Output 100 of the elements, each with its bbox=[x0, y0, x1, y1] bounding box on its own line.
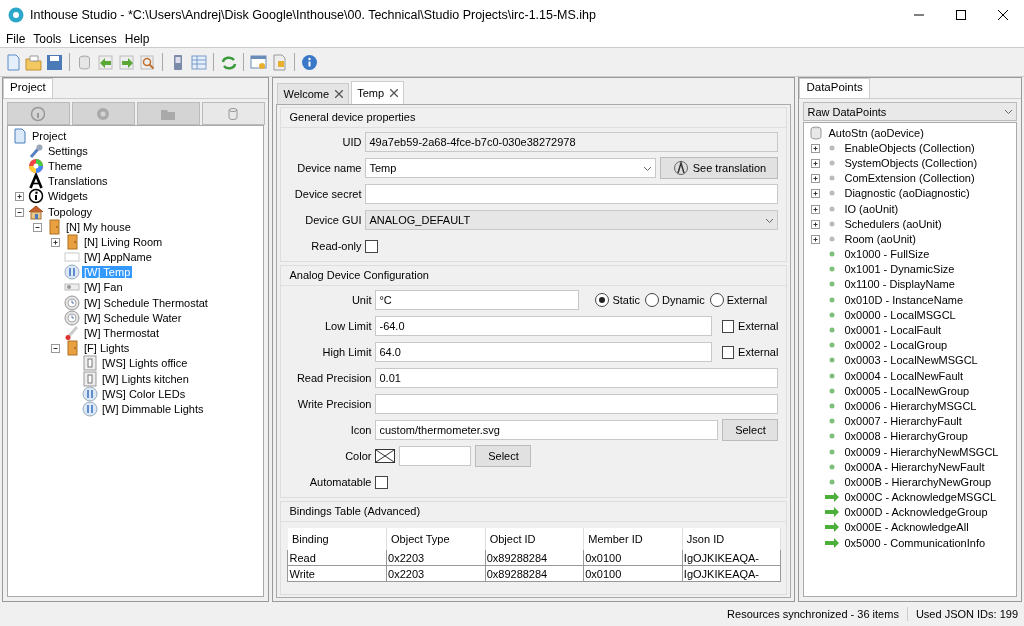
tree-item[interactable]: 0x0008 - HierarchyGroup bbox=[842, 430, 970, 443]
refresh-icon[interactable] bbox=[220, 53, 237, 71]
tree-item[interactable]: Settings bbox=[46, 144, 90, 157]
menu-item[interactable]: File bbox=[2, 31, 30, 46]
tree-item[interactable]: Room (aoUnit) bbox=[842, 232, 918, 245]
panel-tab[interactable]: Project bbox=[3, 78, 53, 98]
column-header[interactable]: Json ID bbox=[682, 528, 781, 550]
search-icon[interactable] bbox=[139, 53, 156, 71]
database-icon[interactable] bbox=[76, 53, 93, 71]
tree-item[interactable]: AutoStn (aoDevice) bbox=[826, 126, 926, 139]
tree-item[interactable]: [W] Fan bbox=[82, 281, 125, 294]
tree-item[interactable]: 0x000E - AcknowledgeAll bbox=[842, 521, 971, 534]
text-field[interactable]: 64.0 bbox=[375, 342, 713, 362]
tree-item[interactable]: 0x1000 - FullSize bbox=[842, 248, 932, 261]
tree-item[interactable]: 0x0009 - HierarchyNewMSGCL bbox=[842, 445, 1001, 458]
column-header[interactable]: Member ID bbox=[583, 528, 683, 550]
tree-item[interactable]: IO (aoUnit) bbox=[842, 202, 901, 215]
menu-item[interactable]: Tools bbox=[29, 31, 66, 46]
select-button[interactable]: Select bbox=[475, 445, 532, 467]
tree-item[interactable]: [W] Schedule Water bbox=[82, 311, 184, 324]
tree-item[interactable]: 0x000D - AcknowledgeGroup bbox=[842, 506, 990, 519]
menu-item[interactable]: Help bbox=[120, 31, 154, 46]
tree-item[interactable]: [N] Living Room bbox=[82, 235, 165, 248]
table-icon[interactable] bbox=[190, 53, 207, 71]
app-logo-icon bbox=[8, 7, 24, 23]
tree-item[interactable]: [W] AppName bbox=[82, 251, 154, 264]
table-cell: 0x89288284 bbox=[485, 550, 584, 566]
checkbox-label: External bbox=[738, 320, 779, 332]
view-dropdown[interactable]: Raw DataPoints bbox=[803, 102, 1017, 121]
tree-item[interactable]: 0x010D - InstanceName bbox=[842, 293, 966, 306]
tree-item[interactable]: 0x0001 - LocalFault bbox=[842, 324, 944, 337]
tree-item[interactable]: Diagnostic (aoDiagnostic) bbox=[842, 187, 972, 200]
checkbox[interactable] bbox=[722, 319, 735, 333]
save-icon[interactable] bbox=[46, 53, 63, 71]
menu-item[interactable]: Licenses bbox=[65, 31, 121, 46]
combo-box[interactable]: Temp bbox=[365, 158, 657, 178]
dropdown[interactable]: ANALOG_DEFAULT bbox=[365, 210, 779, 230]
tree-item[interactable]: [WS] Color LEDs bbox=[100, 387, 188, 400]
maximize-icon[interactable] bbox=[956, 10, 966, 20]
tree-item[interactable]: 0x0006 - HierarchyMSGCL bbox=[842, 399, 979, 412]
radio-button[interactable]: Static bbox=[595, 293, 640, 307]
tree-item[interactable]: 0x1100 - DisplayName bbox=[842, 278, 957, 291]
text-field[interactable] bbox=[399, 446, 472, 466]
tree-item[interactable]: [F] Lights bbox=[82, 342, 132, 355]
tree-item[interactable]: [W] Lights kitchen bbox=[100, 372, 191, 385]
tree-item[interactable]: Translations bbox=[46, 175, 110, 188]
info-icon[interactable] bbox=[301, 53, 318, 71]
view-tab[interactable] bbox=[7, 102, 70, 125]
tree-item[interactable]: 0x0005 - LocalNewGroup bbox=[842, 384, 972, 397]
radio-button[interactable]: External bbox=[709, 293, 768, 307]
tree-item[interactable]: 0x0007 - HierarchyFault bbox=[842, 415, 964, 428]
radio-button[interactable]: Dynamic bbox=[645, 293, 705, 307]
expand-icon[interactable] bbox=[14, 189, 25, 204]
select-button[interactable]: Select bbox=[722, 419, 779, 441]
column-header[interactable]: Object ID bbox=[485, 528, 584, 550]
expand-icon[interactable] bbox=[810, 171, 822, 186]
tree-item[interactable]: 0x0000 - LocalMSGCL bbox=[842, 308, 958, 321]
tree-item[interactable]: [N] My house bbox=[64, 220, 133, 233]
column-header[interactable]: Binding bbox=[287, 528, 387, 550]
tree-item[interactable]: EnableObjects (Collection) bbox=[842, 141, 977, 154]
text-field[interactable]: 0.01 bbox=[375, 368, 779, 388]
tree-item[interactable]: 0x0002 - LocalGroup bbox=[842, 339, 950, 352]
editor-tab[interactable]: Temp bbox=[351, 81, 405, 104]
tree-item[interactable]: 0x0004 - LocalNewFault bbox=[842, 369, 966, 382]
tree-item[interactable]: 0x0003 - LocalNewMSGCL bbox=[842, 354, 980, 367]
close-icon[interactable] bbox=[390, 89, 399, 97]
close-icon[interactable] bbox=[998, 10, 1008, 20]
tree-item[interactable]: 0x5000 - CommunicationInfo bbox=[842, 536, 988, 549]
column-header[interactable]: Object Type bbox=[386, 528, 486, 550]
tree-item[interactable]: [W] Thermostat bbox=[82, 327, 161, 340]
text-field[interactable] bbox=[375, 394, 779, 414]
tree-item[interactable]: Schedulers (aoUnit) bbox=[842, 217, 944, 230]
tree-item[interactable]: Project bbox=[30, 129, 69, 142]
tree-item[interactable]: SystemObjects (Collection) bbox=[842, 156, 980, 169]
editor-tab[interactable]: Welcome bbox=[277, 83, 350, 104]
field-label: Unit bbox=[350, 294, 372, 306]
tree-item[interactable]: [W] Dimmable Lights bbox=[100, 402, 206, 415]
tree-item[interactable]: ComExtension (Collection) bbox=[842, 172, 977, 185]
collapse-icon[interactable] bbox=[50, 341, 61, 356]
translation-button[interactable]: See translation bbox=[660, 157, 779, 179]
panel-tab[interactable]: DataPoints bbox=[799, 78, 870, 98]
window-key-icon[interactable] bbox=[250, 53, 267, 71]
checkbox[interactable] bbox=[375, 475, 389, 489]
tree-item[interactable]: Widgets bbox=[46, 190, 90, 203]
expand-icon[interactable] bbox=[810, 186, 822, 201]
checkbox[interactable] bbox=[722, 345, 735, 359]
tree-item[interactable]: 0x000C - AcknowledgeMSGCL bbox=[842, 491, 999, 504]
text-field[interactable]: -64.0 bbox=[375, 316, 713, 336]
text-field[interactable]: custom/thermometer.svg bbox=[375, 420, 719, 440]
tree-item[interactable]: Topology bbox=[46, 205, 95, 218]
tree-item[interactable]: 0x1001 - DynamicSize bbox=[842, 263, 957, 276]
text-field[interactable] bbox=[365, 184, 779, 204]
tree-item[interactable]: 0x000A - HierarchyNewFault bbox=[842, 460, 987, 473]
tree-item[interactable]: [WS] Lights office bbox=[100, 357, 190, 370]
open-folder-icon[interactable] bbox=[25, 53, 42, 71]
tree-item[interactable]: 0x000B - HierarchyNewGroup bbox=[842, 475, 994, 488]
text-field[interactable]: °C bbox=[375, 290, 580, 310]
checkbox[interactable] bbox=[365, 239, 379, 253]
tree-item[interactable]: [W] Schedule Thermostat bbox=[82, 296, 210, 309]
tree-item[interactable]: Theme bbox=[46, 159, 85, 172]
